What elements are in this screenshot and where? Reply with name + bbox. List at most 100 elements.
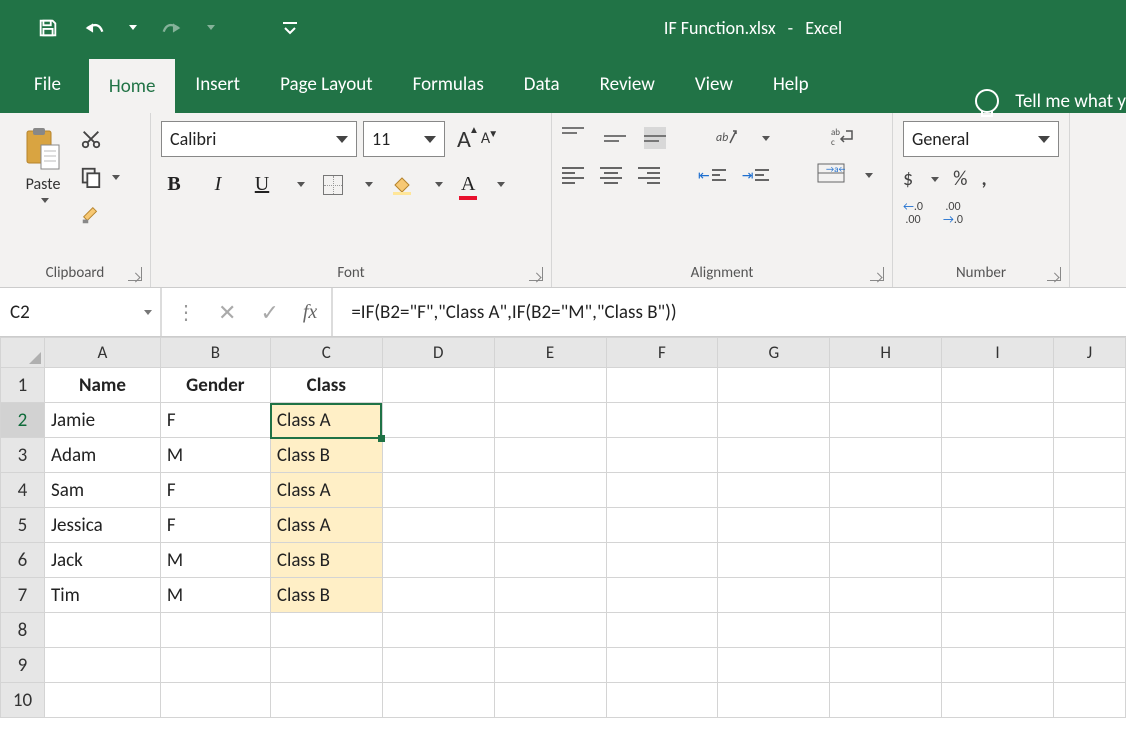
row-header-6[interactable]: 6 — [1, 543, 45, 578]
name-box-dropdown-icon[interactable] — [144, 310, 152, 315]
paste-dropdown-icon[interactable] — [41, 198, 49, 203]
cell-C4[interactable]: Class A — [270, 473, 382, 508]
col-header-B[interactable]: B — [160, 338, 270, 368]
align-middle-button[interactable] — [604, 127, 626, 149]
cell-B8[interactable] — [160, 613, 270, 648]
cell-G8[interactable] — [718, 613, 830, 648]
cell-G7[interactable] — [718, 578, 830, 613]
increase-indent-button[interactable]: ⇥ — [742, 167, 770, 184]
cell-F7[interactable] — [606, 578, 718, 613]
orientation-dropdown-icon[interactable] — [762, 136, 770, 141]
col-header-G[interactable]: G — [718, 338, 830, 368]
col-header-J[interactable]: J — [1054, 338, 1126, 368]
cell-A2[interactable]: Jamie — [44, 403, 160, 438]
borders-dropdown-icon[interactable] — [365, 182, 373, 187]
merge-dropdown-icon[interactable] — [865, 173, 873, 178]
cell-E9[interactable] — [494, 648, 606, 683]
col-header-F[interactable]: F — [606, 338, 718, 368]
col-header-D[interactable]: D — [382, 338, 494, 368]
cancel-formula-icon[interactable]: ✕ — [218, 299, 236, 326]
cell-I1[interactable] — [942, 368, 1054, 403]
row-header-4[interactable]: 4 — [1, 473, 45, 508]
increase-font-button[interactable]: A▲ — [457, 125, 471, 154]
cell-C6[interactable]: Class B — [270, 543, 382, 578]
tab-help[interactable]: Help — [753, 55, 829, 113]
cell-G1[interactable] — [718, 368, 830, 403]
cell-C9[interactable] — [270, 648, 382, 683]
borders-button[interactable] — [323, 175, 343, 195]
cell-J5[interactable] — [1054, 508, 1126, 543]
undo-icon[interactable] — [82, 16, 106, 40]
cell-D3[interactable] — [382, 438, 494, 473]
cell-E8[interactable] — [494, 613, 606, 648]
cell-H1[interactable] — [830, 368, 942, 403]
cell-C2[interactable]: Class A — [270, 403, 382, 438]
cell-D2[interactable] — [382, 403, 494, 438]
cell-F6[interactable] — [606, 543, 718, 578]
cell-B9[interactable] — [160, 648, 270, 683]
cell-H3[interactable] — [830, 438, 942, 473]
tab-home[interactable]: Home — [89, 59, 176, 113]
cell-F1[interactable] — [606, 368, 718, 403]
row-header-3[interactable]: 3 — [1, 438, 45, 473]
cell-J7[interactable] — [1054, 578, 1126, 613]
cell-F10[interactable] — [606, 683, 718, 718]
cell-E10[interactable] — [494, 683, 606, 718]
cell-G5[interactable] — [718, 508, 830, 543]
cell-I2[interactable] — [942, 403, 1054, 438]
cell-G10[interactable] — [718, 683, 830, 718]
wrap-text-button[interactable]: abc — [830, 125, 854, 151]
cell-H9[interactable] — [830, 648, 942, 683]
merge-center-button[interactable]: →a← — [817, 163, 845, 187]
cell-A1[interactable]: Name — [44, 368, 160, 403]
cell-E5[interactable] — [494, 508, 606, 543]
align-left-button[interactable] — [562, 167, 584, 184]
tab-page-layout[interactable]: Page Layout — [260, 55, 393, 113]
cell-J2[interactable] — [1054, 403, 1126, 438]
cell-A5[interactable]: Jessica — [44, 508, 160, 543]
tab-file[interactable]: File — [0, 55, 89, 113]
row-header-7[interactable]: 7 — [1, 578, 45, 613]
cell-E6[interactable] — [494, 543, 606, 578]
cell-A8[interactable] — [44, 613, 160, 648]
italic-button[interactable]: I — [205, 173, 231, 196]
cell-B3[interactable]: M — [160, 438, 270, 473]
cell-I6[interactable] — [942, 543, 1054, 578]
cell-F8[interactable] — [606, 613, 718, 648]
tell-me-search[interactable]: Tell me what y — [961, 89, 1126, 113]
cell-H4[interactable] — [830, 473, 942, 508]
tab-formulas[interactable]: Formulas — [393, 55, 504, 113]
col-header-C[interactable]: C — [270, 338, 382, 368]
cell-D10[interactable] — [382, 683, 494, 718]
tab-insert[interactable]: Insert — [175, 55, 260, 113]
paste-button[interactable]: Paste — [10, 121, 76, 259]
cell-H2[interactable] — [830, 403, 942, 438]
cell-J9[interactable] — [1054, 648, 1126, 683]
insert-function-icon[interactable]: fx — [303, 301, 317, 324]
undo-dropdown[interactable] — [128, 25, 138, 30]
cell-G2[interactable] — [718, 403, 830, 438]
fill-color-button[interactable] — [391, 175, 413, 195]
cell-A9[interactable] — [44, 648, 160, 683]
align-bottom-button[interactable] — [644, 127, 666, 149]
cell-E2[interactable] — [494, 403, 606, 438]
font-name-combo[interactable]: Calibri — [161, 121, 357, 157]
cell-I10[interactable] — [942, 683, 1054, 718]
format-painter-button[interactable] — [80, 203, 120, 227]
cell-B5[interactable]: F — [160, 508, 270, 543]
cell-F3[interactable] — [606, 438, 718, 473]
cell-H8[interactable] — [830, 613, 942, 648]
alignment-launcher-icon[interactable] — [870, 267, 884, 281]
accept-formula-icon[interactable]: ✓ — [260, 299, 278, 326]
row-header-5[interactable]: 5 — [1, 508, 45, 543]
cell-B2[interactable]: F — [160, 403, 270, 438]
underline-button[interactable]: U — [249, 173, 275, 196]
align-center-button[interactable] — [600, 167, 622, 184]
cell-I5[interactable] — [942, 508, 1054, 543]
cell-D6[interactable] — [382, 543, 494, 578]
fill-handle[interactable] — [378, 435, 385, 442]
cell-J10[interactable] — [1054, 683, 1126, 718]
spreadsheet-grid[interactable]: A B C D E F G H I J 1 Name Gender Class … — [0, 337, 1126, 718]
cell-C10[interactable] — [270, 683, 382, 718]
tab-view[interactable]: View — [675, 55, 753, 113]
